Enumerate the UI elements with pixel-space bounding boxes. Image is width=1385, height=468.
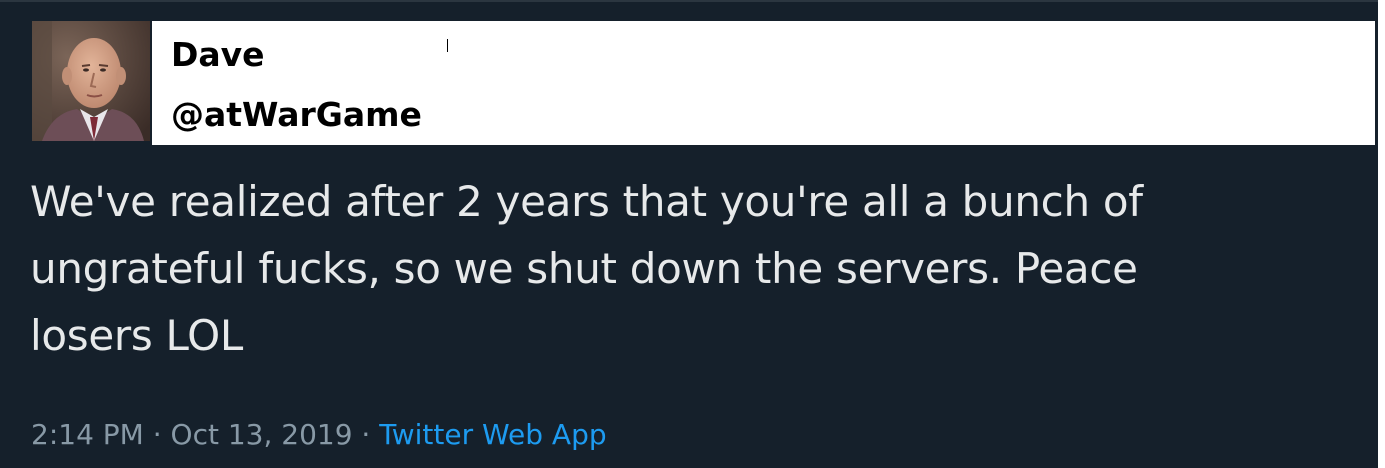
- display-name[interactable]: Dave: [171, 38, 265, 71]
- text-cursor-icon: [447, 39, 448, 52]
- tweet-time[interactable]: 2:14 PM: [31, 418, 144, 451]
- meta-separator: ·: [352, 418, 380, 451]
- tweet-card: Dave @atWarGame We've realized after 2 y…: [0, 0, 1385, 468]
- user-handle[interactable]: @atWarGame: [171, 98, 422, 131]
- tweet-text: We've realized after 2 years that you're…: [30, 177, 1143, 360]
- tweet-source-link[interactable]: Twitter Web App: [379, 418, 606, 451]
- avatar[interactable]: [32, 21, 150, 141]
- top-border: [0, 0, 1385, 2]
- right-edge: [1378, 0, 1385, 468]
- tweet-date[interactable]: Oct 13, 2019: [171, 418, 353, 451]
- profile-photo-avatar-icon: [32, 21, 150, 141]
- tweet-meta: 2:14 PM · Oct 13, 2019 · Twitter Web App: [31, 418, 607, 452]
- meta-separator: ·: [143, 418, 171, 451]
